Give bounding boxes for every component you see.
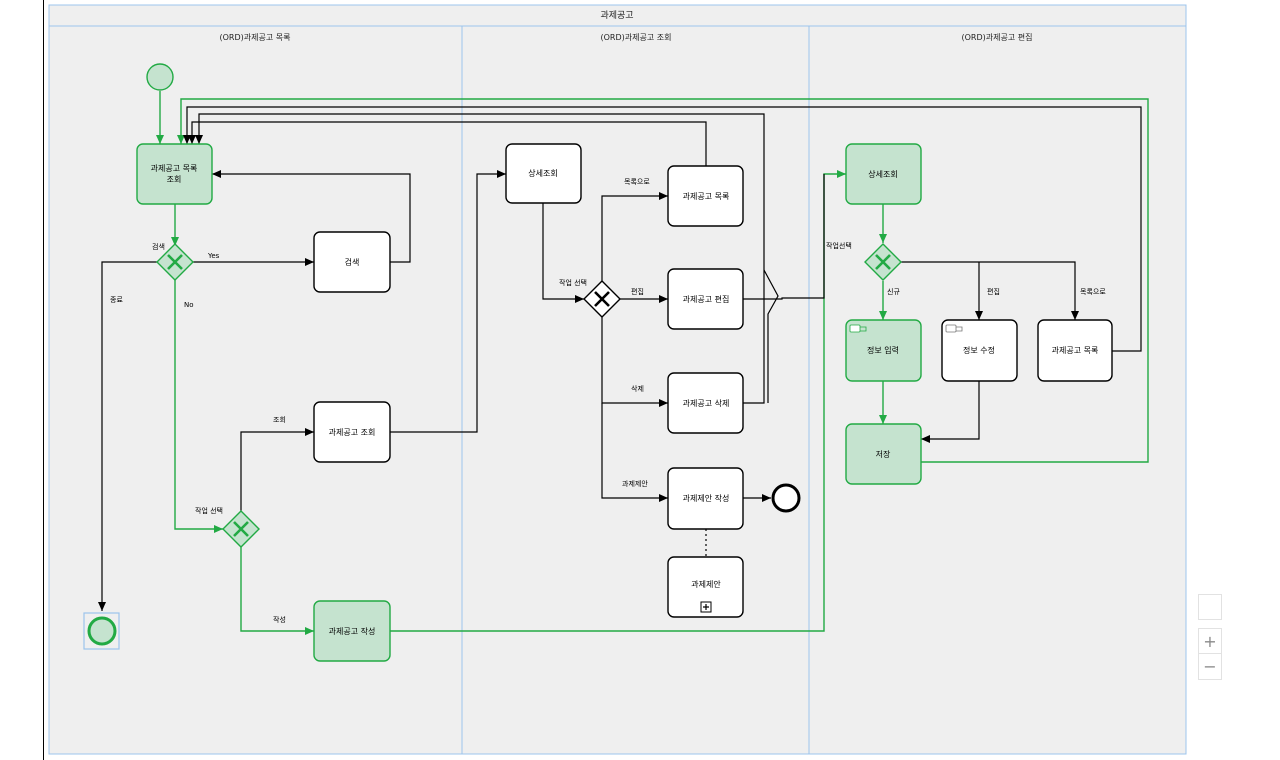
task-list-view[interactable] — [136, 143, 213, 205]
task-proposal-write-label: 과제제안 작성 — [683, 493, 730, 503]
label-write: 작성 — [273, 615, 286, 624]
task-edit-to-list-label: 과제공고 목록 — [1052, 346, 1099, 355]
task-search-label: 검색 — [345, 257, 360, 267]
task-info-modify-label: 정보 수정 — [963, 345, 995, 355]
zoom-controls: + − — [1198, 594, 1224, 680]
label-view: 조회 — [273, 416, 286, 424]
label-view-select: 작업 선택 — [559, 278, 587, 287]
zoom-out-button[interactable]: − — [1198, 654, 1222, 680]
task-to-delete-label: 과제공고 삭제 — [683, 398, 730, 408]
canvas-right-margin — [1236, 0, 1280, 760]
label-edit: 편집 — [631, 287, 644, 296]
end-event-list[interactable] — [87, 616, 117, 646]
task-edit-detail-label: 상세조회 — [868, 169, 897, 179]
label-delete: 삭제 — [631, 384, 644, 393]
label-new: 신규 — [887, 287, 900, 296]
label-back-to-list: 목록으로 — [1080, 288, 1106, 296]
task-info-input-label: 정보 입력 — [867, 345, 899, 355]
label-modify: 편집 — [987, 287, 1000, 296]
task-save-label: 저장 — [876, 449, 891, 459]
label-no: No — [184, 301, 194, 309]
label-yes: Yes — [207, 252, 220, 260]
task-to-edit-label: 과제공고 편집 — [683, 294, 730, 304]
zoom-in-button[interactable]: + — [1198, 628, 1222, 654]
end-event-proposal[interactable] — [771, 483, 801, 513]
subprocess-expand-icon[interactable] — [700, 601, 712, 613]
task-list-view-label-1: 과제공고 목록 — [151, 164, 198, 173]
lane-title-list: (ORD)과제공고 목록 — [220, 33, 291, 42]
task-notice-view-label: 과제공고 조회 — [329, 428, 376, 437]
task-list-view-label-2: 조회 — [167, 175, 182, 184]
label-search-gateway: 검색 — [152, 242, 165, 251]
label-end: 종료 — [110, 296, 123, 304]
start-event[interactable] — [146, 63, 174, 91]
task-notice-write-label: 과제공고 작성 — [329, 626, 376, 636]
reset-view-button[interactable] — [1198, 594, 1222, 620]
label-proposal: 과제제안 — [622, 479, 648, 488]
label-to-list: 목록으로 — [624, 178, 650, 186]
task-detail-view-label: 상세조회 — [528, 168, 557, 178]
label-select-task: 작업 선택 — [195, 506, 223, 515]
lane-title-view: (ORD)과제공고 조회 — [601, 33, 672, 42]
pool-title: 과제공고 — [600, 10, 633, 21]
subprocess-proposal-label: 과제제안 — [691, 579, 721, 589]
label-edit-select: 작업선택 — [826, 241, 852, 250]
bpmn-diagram[interactable]: 과제공고 (ORD)과제공고 목록 (ORD)과제공고 조회 (ORD)과제공고… — [0, 0, 1280, 760]
task-to-list-label: 과제공고 목록 — [683, 192, 730, 201]
lane-title-edit: (ORD)과제공고 편집 — [962, 32, 1033, 42]
